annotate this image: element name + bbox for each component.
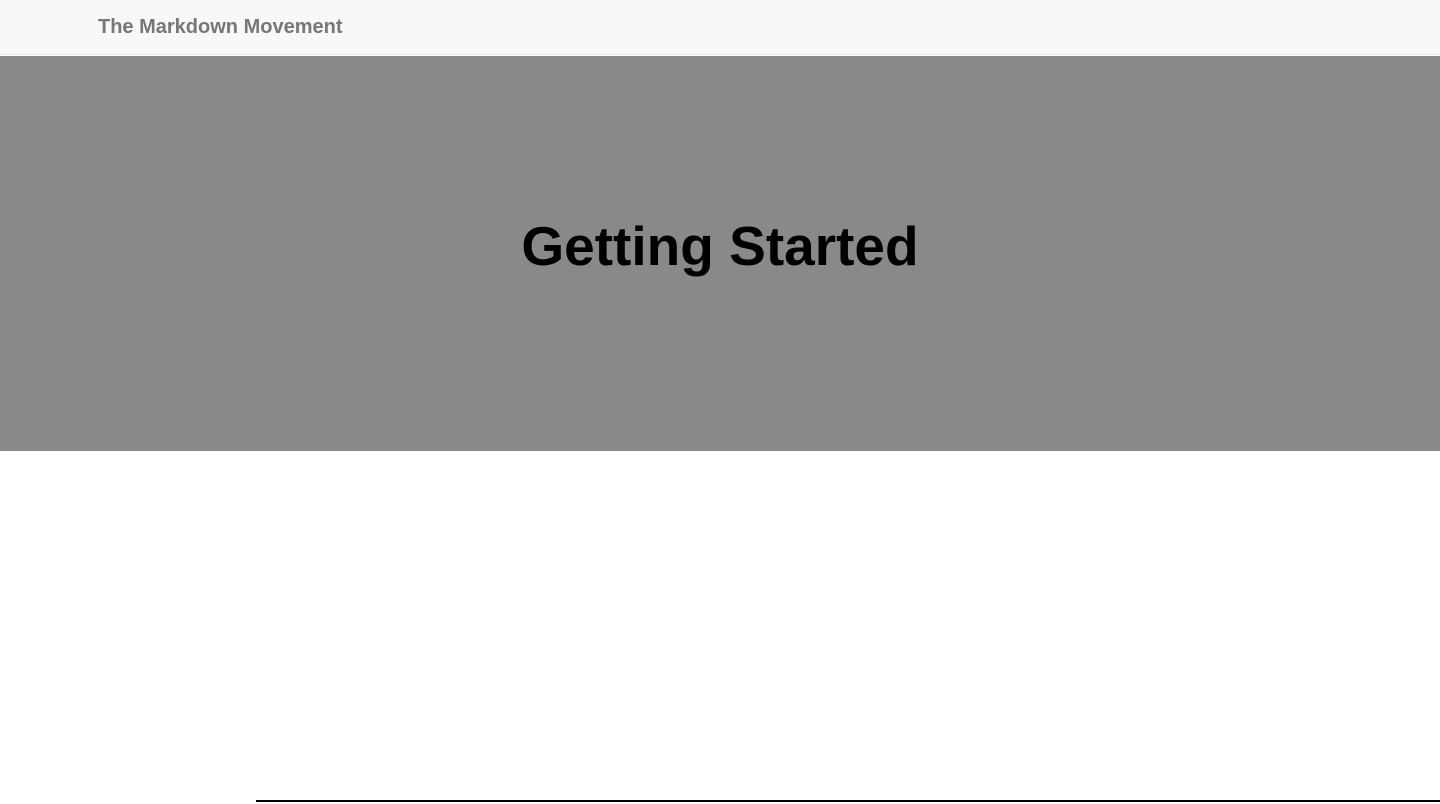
page-title: Getting Started	[521, 215, 919, 277]
page-hero-banner: Getting Started	[0, 56, 1440, 451]
top-navbar: The Markdown Movement	[0, 0, 1440, 55]
main-content	[0, 451, 1440, 804]
site-brand-link[interactable]: The Markdown Movement	[98, 0, 342, 55]
content-divider	[256, 800, 1440, 802]
